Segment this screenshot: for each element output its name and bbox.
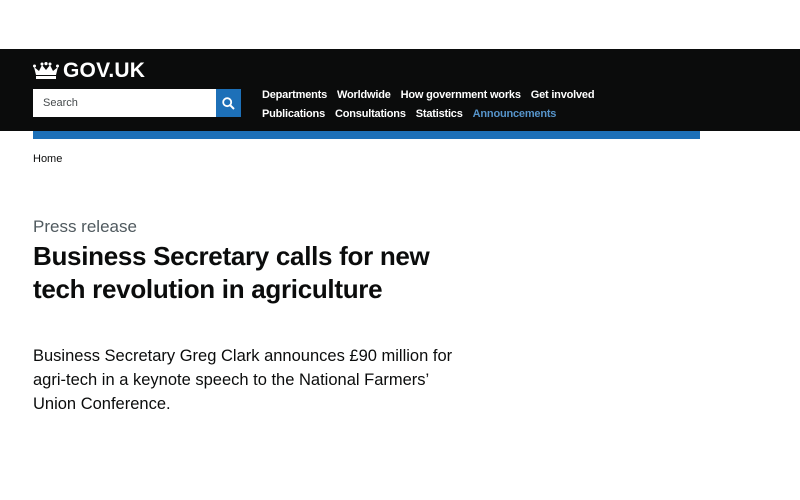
nav-link-statistics[interactable]: Statistics <box>416 105 463 124</box>
page-title: Business Secretary calls for new tech re… <box>33 241 430 304</box>
breadcrumb-home-link[interactable]: Home <box>33 153 62 165</box>
document-type: Press release <box>33 217 137 236</box>
breadcrumb: Home <box>33 153 62 165</box>
search-icon <box>222 96 235 110</box>
nav-row-2: Publications Consultations Statistics An… <box>262 105 622 124</box>
crown-icon <box>33 62 59 79</box>
main-nav: Departments Worldwide How government wor… <box>262 86 622 124</box>
search-form <box>33 89 241 117</box>
nav-row-1: Departments Worldwide How government wor… <box>262 86 622 105</box>
search-button[interactable] <box>216 89 241 117</box>
nav-link-consultations[interactable]: Consultations <box>335 105 406 124</box>
govuk-logo-link[interactable]: GOV.UK <box>33 59 146 82</box>
nav-link-get-involved[interactable]: Get involved <box>531 86 595 105</box>
nav-link-publications[interactable]: Publications <box>262 105 325 124</box>
nav-link-how-government-works[interactable]: How government works <box>401 86 521 105</box>
site-header: GOV.UK Departments Worldwide How governm… <box>0 49 800 131</box>
search-input[interactable] <box>33 89 216 117</box>
header-accent-bar <box>33 131 700 139</box>
logo-text: GOV.UK <box>63 59 146 82</box>
nav-link-departments[interactable]: Departments <box>262 86 327 105</box>
nav-link-announcements[interactable]: Announcements <box>473 105 557 124</box>
lead-paragraph: Business Secretary Greg Clark announces … <box>33 347 453 413</box>
nav-link-worldwide[interactable]: Worldwide <box>337 86 391 105</box>
